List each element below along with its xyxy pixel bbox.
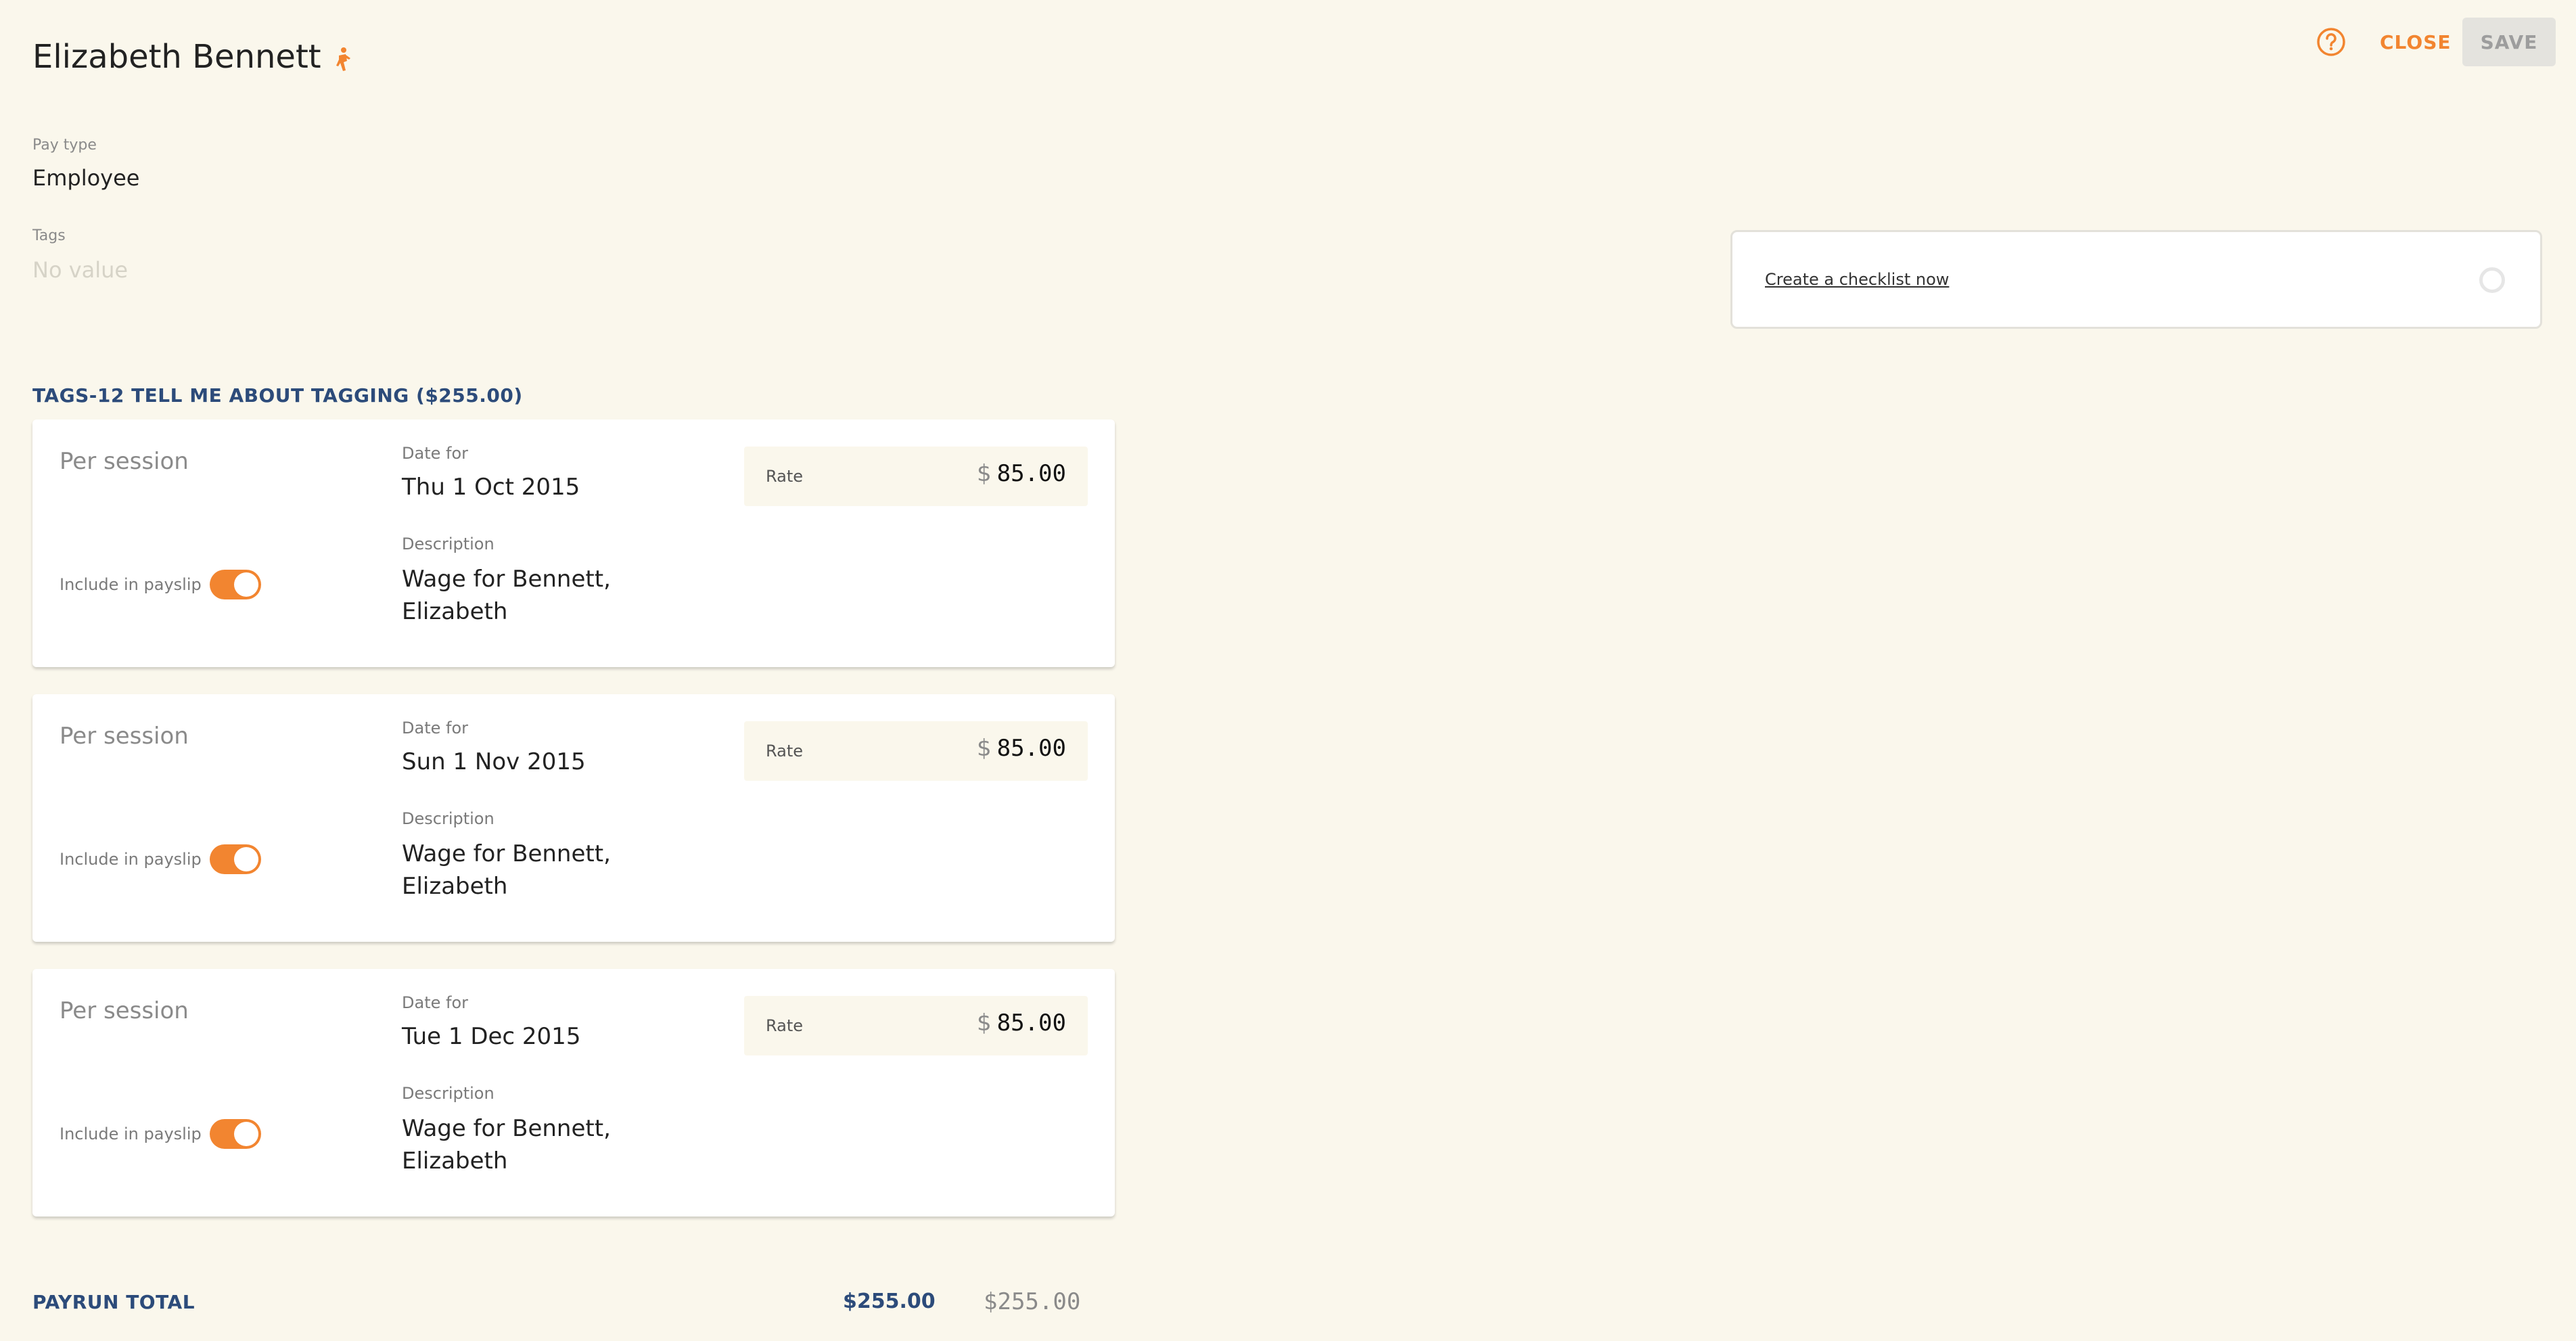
payrun-total-secondary: $255.00 bbox=[984, 1288, 1081, 1315]
tags-label: Tags bbox=[32, 227, 66, 244]
date-for-value[interactable]: Sun 1 Nov 2015 bbox=[402, 748, 586, 775]
include-in-payslip-row: Include in payslip bbox=[60, 844, 261, 874]
pay-item-kind: Per session bbox=[60, 723, 189, 750]
description-label: Description bbox=[402, 1084, 495, 1103]
close-button[interactable]: CLOSE bbox=[2370, 22, 2461, 62]
include-in-payslip-label: Include in payslip bbox=[60, 850, 202, 869]
include-in-payslip-label: Include in payslip bbox=[60, 1124, 202, 1143]
save-button[interactable]: SAVE bbox=[2462, 18, 2556, 66]
section-title: TAGS-12 TELL ME ABOUT TAGGING ($255.00) bbox=[32, 384, 523, 407]
pay-item-kind: Per session bbox=[60, 997, 189, 1024]
include-in-payslip-toggle[interactable] bbox=[209, 570, 261, 599]
rate-value[interactable]: 85.00 bbox=[997, 735, 1066, 762]
help-circle-icon[interactable] bbox=[2316, 27, 2346, 57]
rate-label: Rate bbox=[766, 742, 804, 760]
include-in-payslip-row: Include in payslip bbox=[60, 570, 261, 599]
include-in-payslip-label: Include in payslip bbox=[60, 575, 202, 594]
pay-item-card: Per session Include in payslip Date for … bbox=[32, 694, 1115, 942]
include-in-payslip-toggle[interactable] bbox=[209, 1119, 261, 1149]
page-title-row: Elizabeth Bennett bbox=[32, 38, 352, 76]
rate-label: Rate bbox=[766, 1016, 804, 1035]
checklist-panel: Create a checklist now bbox=[1730, 230, 2542, 329]
rate-value[interactable]: 85.00 bbox=[997, 460, 1066, 487]
date-for-label: Date for bbox=[402, 993, 468, 1012]
rate-field[interactable]: Rate $ 85.00 bbox=[744, 996, 1088, 1055]
currency-symbol: $ bbox=[977, 735, 992, 762]
rate-label: Rate bbox=[766, 467, 804, 486]
rate-value[interactable]: 85.00 bbox=[997, 1009, 1066, 1037]
person-walking-icon bbox=[332, 43, 352, 71]
payrun-total-value: $255.00 bbox=[843, 1290, 936, 1313]
pay-type-label: Pay type bbox=[32, 137, 97, 154]
toggle-knob bbox=[233, 847, 258, 871]
include-in-payslip-row: Include in payslip bbox=[60, 1119, 261, 1149]
description-label: Description bbox=[402, 809, 495, 828]
toggle-knob bbox=[233, 1122, 258, 1146]
description-value[interactable]: Wage for Bennett, Elizabeth bbox=[402, 838, 632, 903]
date-for-value[interactable]: Thu 1 Oct 2015 bbox=[402, 474, 580, 501]
date-for-label: Date for bbox=[402, 444, 468, 463]
pay-item-kind: Per session bbox=[60, 448, 189, 475]
rate-field[interactable]: Rate $ 85.00 bbox=[744, 721, 1088, 781]
rate-field[interactable]: Rate $ 85.00 bbox=[744, 447, 1088, 506]
currency-symbol: $ bbox=[977, 460, 992, 487]
date-for-label: Date for bbox=[402, 719, 468, 737]
payrun-total-label: PAYRUN TOTAL bbox=[32, 1291, 196, 1313]
pay-item-card: Per session Include in payslip Date for … bbox=[32, 419, 1115, 667]
tags-field[interactable]: No value bbox=[32, 257, 128, 283]
date-for-value[interactable]: Tue 1 Dec 2015 bbox=[402, 1023, 580, 1050]
description-value[interactable]: Wage for Bennett, Elizabeth bbox=[402, 1112, 632, 1177]
employee-name: Elizabeth Bennett bbox=[32, 38, 321, 76]
description-value[interactable]: Wage for Bennett, Elizabeth bbox=[402, 563, 632, 628]
pay-type-value: Employee bbox=[32, 165, 140, 191]
pay-item-card: Per session Include in payslip Date for … bbox=[32, 969, 1115, 1217]
description-label: Description bbox=[402, 535, 495, 553]
include-in-payslip-toggle[interactable] bbox=[209, 844, 261, 874]
create-checklist-link[interactable]: Create a checklist now bbox=[1765, 270, 1949, 289]
toggle-knob bbox=[233, 572, 258, 597]
currency-symbol: $ bbox=[977, 1009, 992, 1037]
loading-spinner-icon bbox=[2479, 267, 2505, 293]
